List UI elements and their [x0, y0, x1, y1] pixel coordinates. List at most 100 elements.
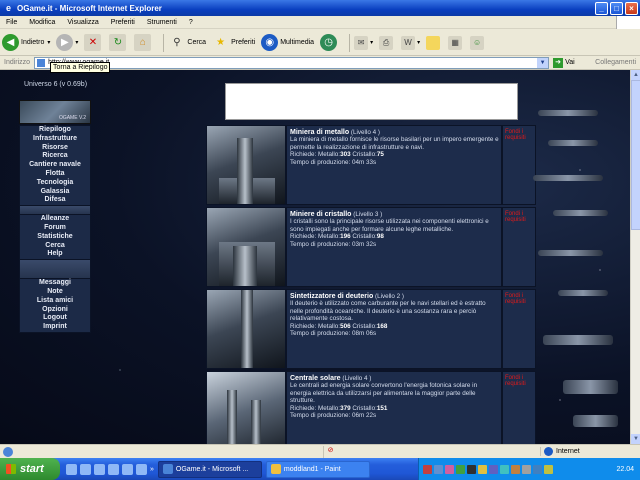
app-quicklaunch-icon[interactable] — [122, 463, 133, 475]
building-image[interactable] — [206, 289, 286, 369]
menu-item-logout[interactable]: Logout — [20, 314, 90, 323]
menu-item-tecnologia[interactable]: Tecnologia — [20, 179, 90, 188]
messenger-icon: ☺ — [470, 35, 485, 50]
tray-icon[interactable] — [434, 464, 443, 474]
desktop-quicklaunch-icon[interactable] — [80, 463, 91, 475]
ie-quicklaunch-icon[interactable] — [66, 463, 77, 475]
app2-quicklaunch-icon[interactable] — [136, 463, 147, 475]
vertical-scrollbar[interactable]: ▲ ▼ — [630, 70, 640, 444]
address-input[interactable]: http://www.ogame.it ▼ — [34, 56, 550, 69]
menu-item-note[interactable]: Note — [20, 288, 90, 297]
print-button[interactable]: ⎙ — [379, 35, 395, 50]
building-image[interactable] — [206, 371, 286, 444]
address-dropdown-icon[interactable]: ▼ — [537, 57, 549, 68]
quicklaunch-expand-icon[interactable]: » — [150, 466, 154, 473]
refresh-icon: ↻ — [109, 34, 127, 51]
menu-preferiti[interactable]: Preferiti — [105, 19, 141, 26]
menu-item-difesa[interactable]: Difesa — [20, 196, 90, 205]
favorites-button[interactable]: ★ Preferiti — [212, 34, 255, 51]
research-button[interactable]: ▦ — [448, 35, 464, 50]
tray-icon[interactable] — [456, 464, 465, 474]
building-name[interactable]: Miniere di cristallo — [290, 211, 351, 218]
spaceship-decoration — [528, 90, 618, 440]
menu-item-infrastrutture[interactable]: Infrastrutture — [20, 135, 90, 144]
close-button[interactable]: × — [625, 1, 638, 15]
stop-button[interactable]: ✕ — [84, 34, 103, 51]
tray-icon[interactable] — [500, 464, 509, 474]
menu-item-cantiere[interactable]: Cantiere navale — [20, 161, 90, 170]
edit-dropdown-icon[interactable]: ▾ — [417, 39, 420, 46]
back-dropdown-icon[interactable]: ▾ — [47, 39, 50, 46]
menu-item-flotta[interactable]: Flotta — [20, 170, 90, 179]
menu-item-help[interactable]: Help — [20, 250, 90, 259]
forward-dropdown-icon[interactable]: ▾ — [75, 39, 78, 46]
print-icon: ⎙ — [379, 35, 394, 50]
scroll-thumb[interactable] — [631, 80, 640, 230]
media-icon: ◉ — [261, 34, 279, 51]
menu-item-cerca[interactable]: Cerca — [20, 242, 90, 251]
tray-icon[interactable] — [478, 464, 487, 474]
tray-icon[interactable] — [522, 464, 531, 474]
messenger-button[interactable]: ☺ — [470, 35, 486, 50]
menu-item-messaggi[interactable]: Messaggi — [20, 279, 90, 288]
menu-item-galassia[interactable]: Galassia — [20, 188, 90, 197]
building-row: Centrale solare (Livello 4 ) Le centrali… — [206, 371, 536, 444]
menu-item-ricerca[interactable]: Ricerca — [20, 152, 90, 161]
menu-item-imprint[interactable]: Imprint — [20, 323, 90, 332]
menu-item-lista-amici[interactable]: Lista amici — [20, 297, 90, 306]
menu-file[interactable]: File — [0, 19, 23, 26]
tray-icon[interactable] — [544, 464, 553, 474]
tray-icon[interactable] — [423, 464, 432, 474]
tray-icon[interactable] — [445, 464, 454, 474]
menu-help[interactable]: ? — [183, 19, 199, 26]
minimize-button[interactable]: _ — [595, 1, 608, 15]
maximize-button[interactable]: □ — [610, 1, 623, 15]
menu-item-opzioni[interactable]: Opzioni — [20, 306, 90, 315]
edit-button[interactable]: W ▾ — [401, 35, 420, 50]
refresh-button[interactable]: ↻ — [109, 34, 128, 51]
tray-icon[interactable] — [511, 464, 520, 474]
back-button[interactable]: ◀ Indietro ▾ — [2, 34, 50, 51]
menu-item-statistiche[interactable]: Statistiche — [20, 233, 90, 242]
building-image[interactable] — [206, 207, 286, 287]
history-button[interactable]: ◷ — [320, 34, 339, 51]
menu-item-alleanze[interactable]: Alleanze — [20, 215, 90, 224]
menu-item-risorse[interactable]: Risorse — [20, 144, 90, 153]
building-name[interactable]: Sintetizzatore di deuterio — [290, 293, 373, 300]
task-paint[interactable]: moddland1 - Paint — [265, 460, 370, 478]
building-name[interactable]: Centrale solare — [290, 375, 341, 382]
task-ogame[interactable]: OGame.it - Microsoft ... — [157, 460, 262, 478]
building-name[interactable]: Miniera di metallo — [290, 129, 349, 136]
privacy-icon[interactable]: ⊘ — [323, 445, 337, 458]
start-button[interactable]: start — [0, 458, 60, 480]
media-button[interactable]: ◉ Multimedia — [261, 34, 314, 51]
menu-visualizza[interactable]: Visualizza — [61, 19, 104, 26]
mail-dropdown-icon[interactable]: ▾ — [370, 39, 373, 46]
menu-modifica[interactable]: Modifica — [23, 19, 61, 26]
crystal-cost: 75 — [376, 151, 384, 159]
menu-item-forum[interactable]: Forum — [20, 224, 90, 233]
scroll-down-icon[interactable]: ▼ — [631, 434, 640, 444]
links-label[interactable]: Collegamenti — [595, 59, 636, 66]
clock[interactable]: 22.04 — [616, 466, 634, 473]
tray-icon[interactable] — [489, 464, 498, 474]
build-time: Tempo di produzione: 08m 06s — [290, 330, 377, 338]
scroll-up-icon[interactable]: ▲ — [631, 70, 640, 80]
discuss-button[interactable] — [426, 35, 442, 50]
forward-button[interactable]: ▶ ▾ — [56, 34, 78, 51]
tray-icon[interactable] — [467, 464, 476, 474]
address-label: Indirizzo — [4, 59, 31, 66]
search-button[interactable]: ⚲ Cerca — [168, 34, 206, 51]
building-image[interactable] — [206, 125, 286, 205]
menu-strumenti[interactable]: Strumenti — [141, 19, 183, 26]
explorer-quicklaunch-icon[interactable] — [108, 463, 119, 475]
mail-button[interactable]: ✉ ▾ — [354, 35, 373, 50]
ad-banner[interactable] — [225, 83, 518, 120]
home-button[interactable]: ⌂ — [134, 34, 153, 51]
building-text: La miniera di metallo fornisce le risors… — [290, 136, 499, 151]
tray-icon[interactable] — [533, 464, 542, 474]
go-button[interactable]: ➜ Vai — [553, 57, 575, 68]
crystal-cost: 151 — [376, 404, 388, 412]
media-quicklaunch-icon[interactable] — [94, 463, 105, 475]
menu-item-riepilogo[interactable]: Riepilogo — [20, 126, 90, 135]
